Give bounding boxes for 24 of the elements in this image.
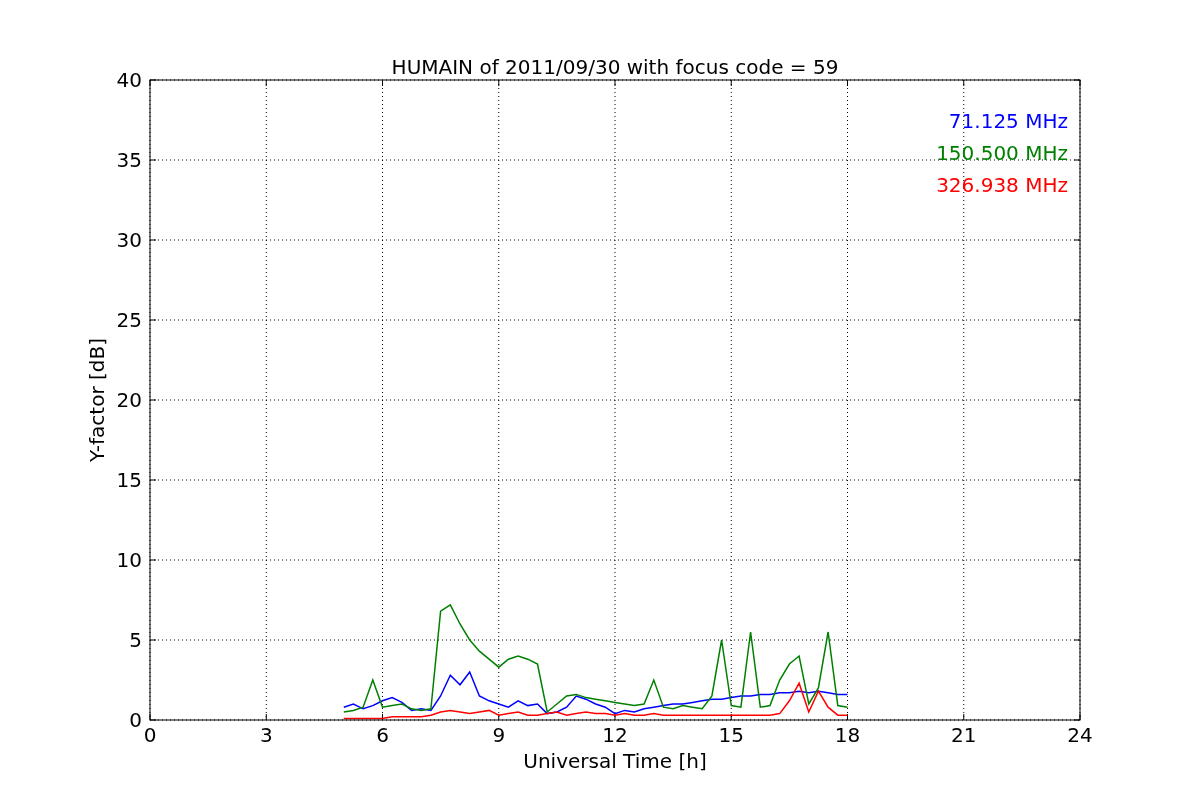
legend-label: 71.125 MHz — [948, 109, 1068, 133]
x-tick-label: 3 — [259, 723, 273, 747]
y-tick-label: 0 — [129, 708, 142, 732]
y-tick-label: 25 — [116, 308, 142, 332]
y-tick-label: 5 — [129, 628, 142, 652]
y-tick-label: 10 — [116, 548, 142, 572]
y-tick-label: 30 — [116, 228, 142, 252]
legend-label: 150.500 MHz — [936, 141, 1068, 165]
y-tick-label: 40 — [116, 68, 142, 92]
y-tick-label: 35 — [116, 148, 142, 172]
x-tick-label: 18 — [834, 723, 861, 747]
x-tick-label: 0 — [143, 723, 157, 747]
y-tick-label: 15 — [116, 468, 142, 492]
x-tick-label: 21 — [951, 723, 977, 747]
legend-label: 326.938 MHz — [936, 173, 1068, 197]
x-tick-label: 24 — [1067, 723, 1093, 747]
x-tick-label: 12 — [602, 723, 628, 747]
x-tick-label: 6 — [376, 723, 389, 747]
chart-title: HUMAIN of 2011/09/30 with focus code = 59 — [391, 55, 839, 79]
y-axis-label: Y-factor [dB] — [85, 338, 109, 462]
x-tick-label: 15 — [718, 723, 744, 747]
x-tick-label: 9 — [492, 723, 506, 747]
y-tick-label: 20 — [116, 388, 142, 412]
x-axis-label: Universal Time [h] — [523, 749, 707, 773]
